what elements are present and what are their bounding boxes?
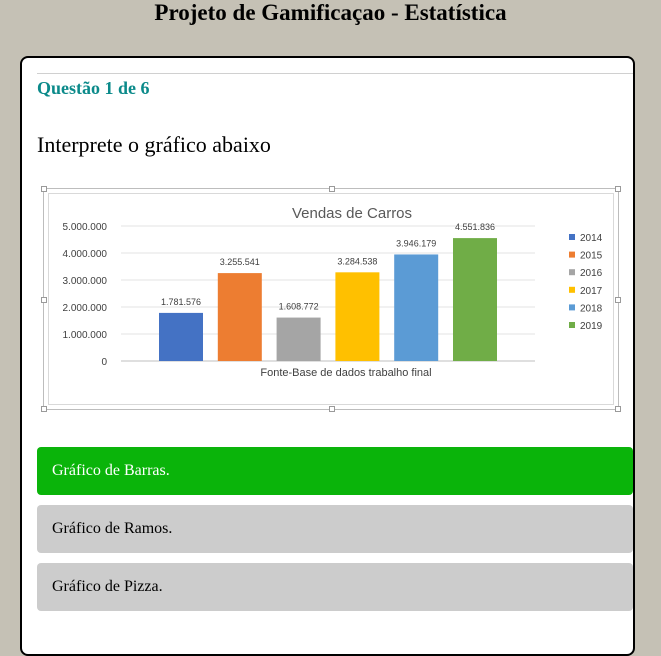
legend-label: 2015 bbox=[580, 251, 603, 262]
data-label: 3.255.541 bbox=[220, 257, 260, 267]
legend-swatch-2018 bbox=[569, 304, 575, 311]
legend-swatch-2016 bbox=[569, 269, 575, 276]
y-tick-label: 4.000.000 bbox=[63, 249, 108, 260]
x-axis-label: Fonte-Base de dados trabalho final bbox=[260, 367, 431, 379]
bar-2014 bbox=[159, 312, 203, 361]
divider bbox=[37, 73, 633, 74]
y-tick-label: 2.000.000 bbox=[63, 303, 108, 314]
bar-chart: Vendas de Carros 0 1.000.000 2.000.000 3.000… bbox=[63, 205, 603, 379]
data-label: 1.781.576 bbox=[161, 297, 201, 307]
legend-label: 2019 bbox=[580, 321, 603, 332]
bar-2019 bbox=[453, 238, 497, 361]
answer-option-ramos[interactable]: Gráfico de Ramos. bbox=[37, 505, 633, 553]
legend-label: 2018 bbox=[580, 303, 603, 314]
y-tick-label: 0 bbox=[101, 357, 107, 368]
data-label: 4.551.836 bbox=[455, 222, 495, 232]
y-tick-label: 1.000.000 bbox=[63, 330, 108, 341]
data-label: 3.284.538 bbox=[337, 256, 377, 266]
bar-2017 bbox=[335, 272, 380, 361]
legend-swatch-2019 bbox=[569, 322, 575, 328]
legend-swatch-2014 bbox=[569, 234, 575, 240]
question-card: Questão 1 de 6 Interprete o gráfico abai… bbox=[20, 56, 635, 656]
resize-handle[interactable] bbox=[41, 406, 47, 412]
data-label: 3.946.179 bbox=[396, 238, 436, 248]
data-label: 1.608.772 bbox=[279, 302, 319, 312]
legend-label: 2017 bbox=[580, 286, 603, 297]
bar-2018 bbox=[394, 254, 439, 361]
resize-handle[interactable] bbox=[329, 186, 335, 192]
chart-area: Vendas de Carros 0 1.000.000 2.000.000 3.000… bbox=[48, 193, 614, 405]
legend-swatch-2017 bbox=[569, 286, 575, 293]
resize-handle[interactable] bbox=[615, 186, 621, 192]
bar-2015 bbox=[217, 273, 262, 361]
legend-label: 2016 bbox=[580, 268, 603, 279]
chart-title: Vendas de Carros bbox=[292, 205, 412, 222]
resize-handle[interactable] bbox=[41, 186, 47, 192]
legend-swatch-2015 bbox=[569, 251, 575, 258]
answer-option-barras[interactable]: Gráfico de Barras. bbox=[37, 447, 633, 495]
legend-label: 2014 bbox=[580, 233, 603, 244]
resize-handle[interactable] bbox=[329, 406, 335, 412]
resize-handle[interactable] bbox=[615, 297, 621, 303]
question-prompt: Interprete o gráfico abaixo bbox=[37, 132, 271, 157]
resize-handle[interactable] bbox=[41, 297, 47, 303]
y-tick-label: 5.000.000 bbox=[63, 222, 108, 233]
question-counter: Questão 1 de 6 bbox=[37, 78, 150, 98]
y-tick-label: 3.000.000 bbox=[63, 276, 108, 287]
resize-handle[interactable] bbox=[615, 406, 621, 412]
chart-frame[interactable]: Vendas de Carros 0 1.000.000 2.000.000 3.000… bbox=[41, 186, 621, 412]
bar-2016 bbox=[276, 317, 321, 361]
page-title: Projeto de Gamificaçao - Estatística bbox=[154, 0, 507, 25]
answer-option-pizza[interactable]: Gráfico de Pizza. bbox=[37, 563, 633, 611]
